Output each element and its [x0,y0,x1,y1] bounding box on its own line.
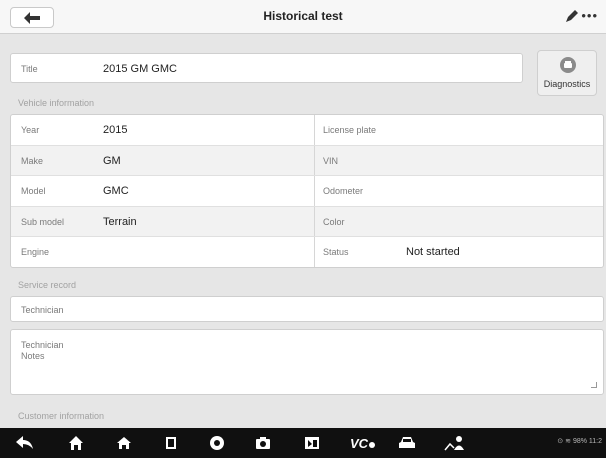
engine-label: Engine [21,247,50,258]
technician-notes-field[interactable]: Technician Notes [10,329,604,395]
title-label: Title [21,64,38,74]
battery-level: 98% 11:2 [572,438,602,445]
column-divider [314,115,315,145]
page-title: Historical test [263,9,343,23]
camera-icon[interactable] [254,434,272,452]
location-icon: ⊙ [557,438,564,445]
table-row: Model GMC Odometer [11,176,603,207]
odometer-label: Odometer [323,186,364,197]
wifi-icon: ≋ [565,438,571,445]
technician-label: Technician [21,305,64,315]
status-bar-readout: ⊙ ≋ 98% 11:2 [557,437,602,445]
home-icon[interactable] [67,434,85,452]
column-divider [314,206,315,237]
more-menu-icon[interactable]: ••• [581,9,598,23]
browser-icon[interactable] [208,434,226,452]
screen-capture-icon[interactable] [303,434,321,452]
column-divider [314,176,315,206]
car-diagnostics-icon [560,57,576,73]
table-row: Sub model Terrain Color [11,206,603,238]
service-record-heading: Service record [18,280,77,290]
vci-icon[interactable]: VC [350,434,376,452]
table-row: Make GM VIN [11,145,603,177]
title-field[interactable]: Title 2015 GM GMC [10,53,523,83]
title-bar: Historical test ••• [0,0,606,34]
diagnostics-label: Diagnostics [543,79,591,89]
table-row: Engine Status Not started [11,237,603,267]
edit-pen-icon[interactable] [564,8,580,24]
customer-info-heading: Customer information [18,411,105,421]
system-nav-bar: VC ⊙ ≋ 98% 11:2 [0,428,606,458]
house-icon[interactable] [115,434,133,452]
sub-model-value[interactable]: Terrain [103,216,137,228]
status-label: Status [323,247,349,258]
model-value[interactable]: GMC [103,185,129,197]
diagnostics-button[interactable]: Diagnostics [537,50,597,96]
vehicle-info-heading: Vehicle information [18,98,95,108]
vehicle-info-table: Year 2015 License plate Make GM VIN Mode… [10,114,604,268]
resize-grip-icon[interactable] [591,382,597,388]
recent-apps-icon[interactable] [162,434,180,452]
remote-support-icon[interactable] [444,434,466,452]
color-label: Color [323,216,345,227]
license-plate-label: License plate [323,125,377,135]
back-icon[interactable] [16,434,34,452]
sub-model-label: Sub model [21,216,65,227]
year-value[interactable]: 2015 [103,124,127,136]
column-divider [314,237,315,267]
make-value[interactable]: GM [103,155,121,167]
status-value[interactable]: Not started [406,246,460,258]
column-divider [314,145,315,176]
car-icon[interactable] [398,434,416,452]
year-label: Year [21,125,40,135]
model-label: Model [21,186,46,197]
vin-label: VIN [323,155,339,166]
make-label: Make [21,155,44,166]
table-row: Year 2015 License plate [11,115,603,146]
svg-text:VC: VC [350,436,369,450]
notes-label-line2: Notes [21,351,45,361]
notes-label-line1: Technician [21,340,64,350]
title-value: 2015 GM GMC [103,63,177,75]
technician-field[interactable]: Technician [10,296,604,322]
